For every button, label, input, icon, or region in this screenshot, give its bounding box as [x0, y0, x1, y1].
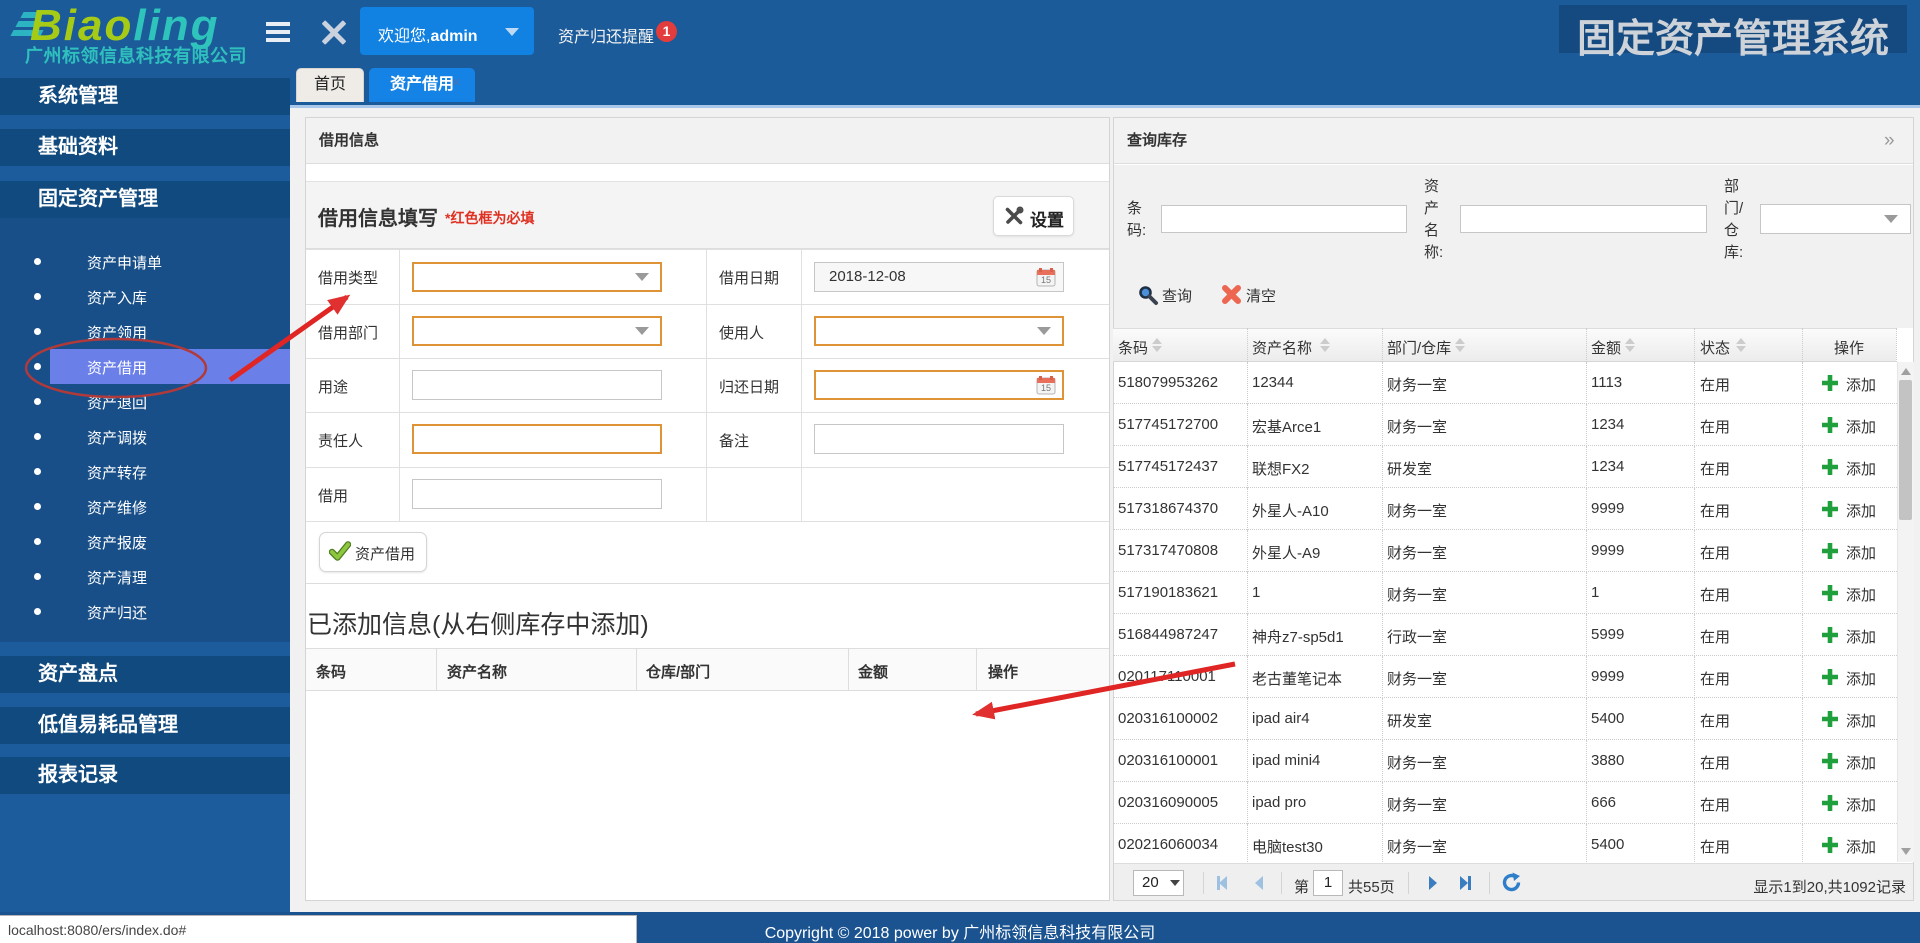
svg-text:15: 15: [1041, 275, 1051, 285]
svg-text:15: 15: [1041, 383, 1051, 393]
